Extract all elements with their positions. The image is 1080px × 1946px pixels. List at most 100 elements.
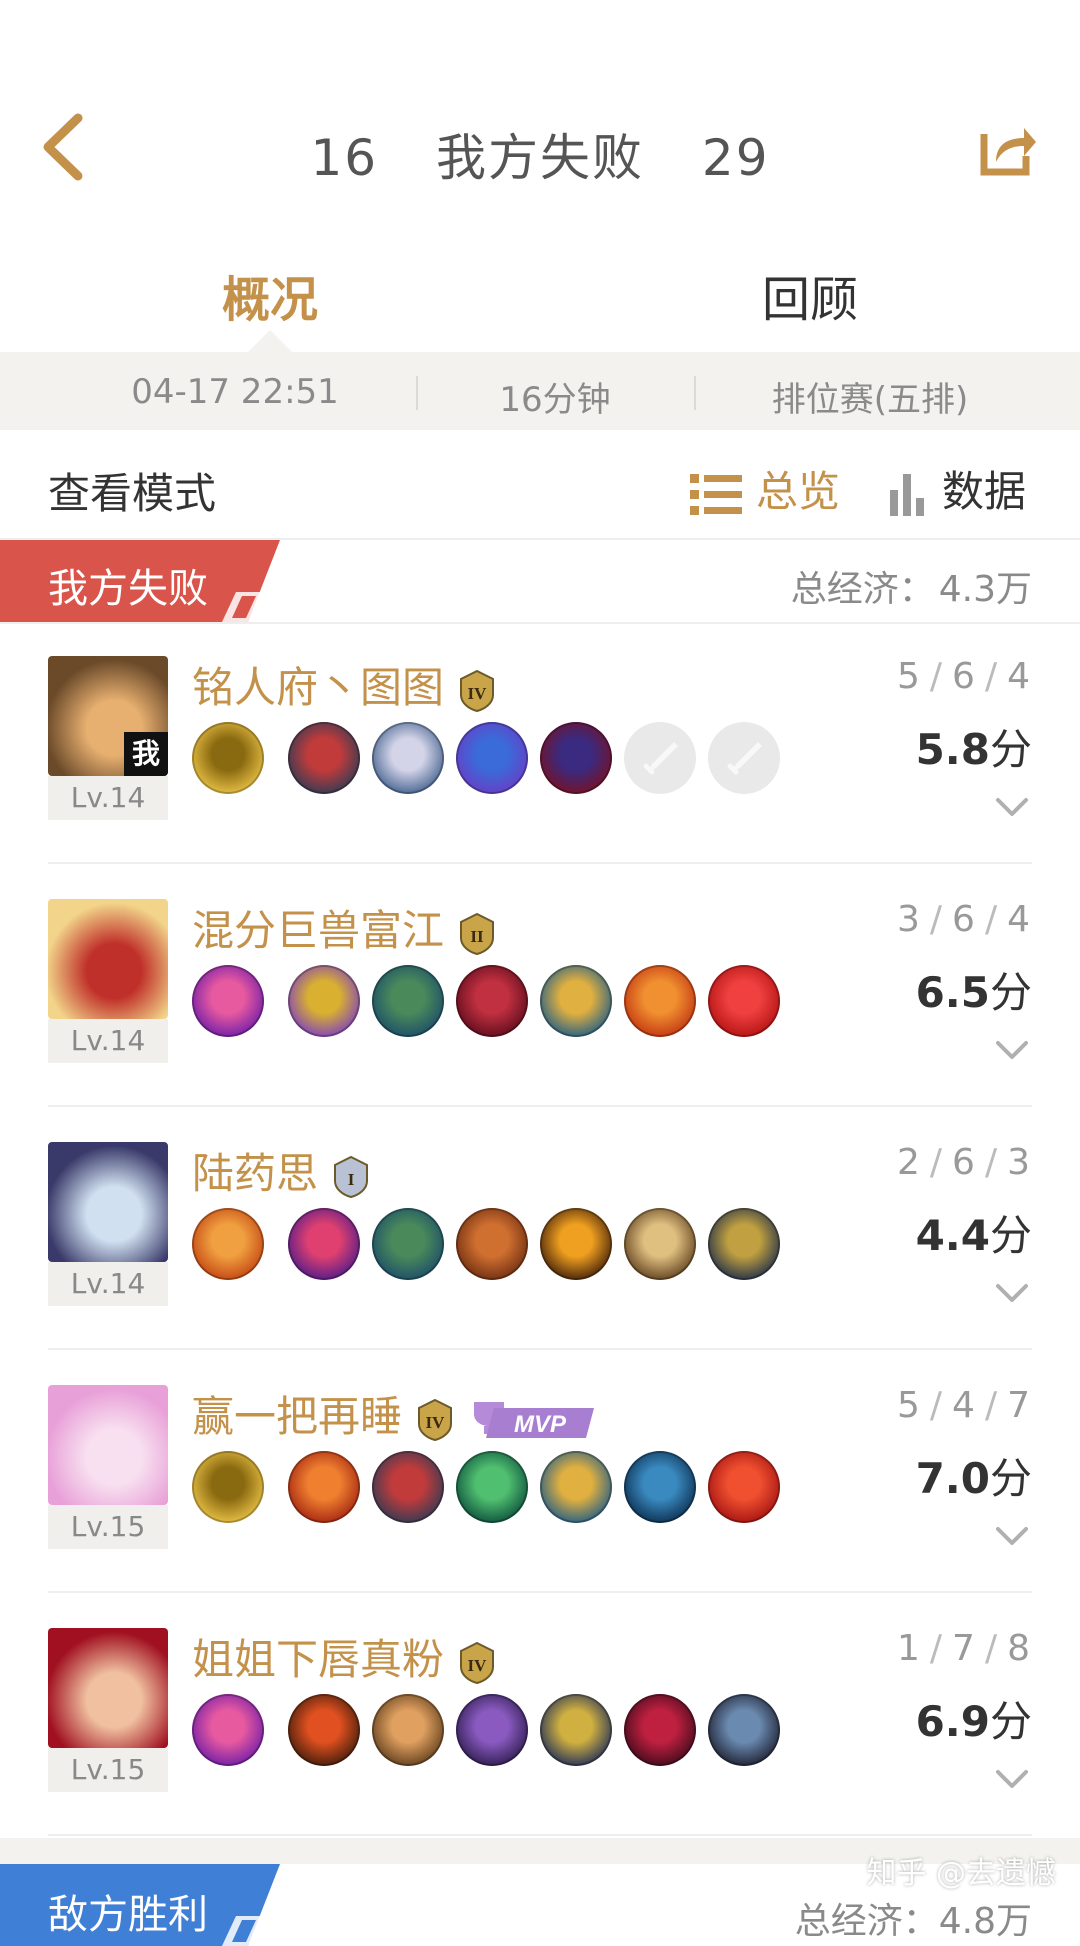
hero-avatar[interactable]: 我 bbox=[48, 656, 168, 776]
player-name-line: 姐姐下唇真粉 IV bbox=[192, 1626, 496, 1687]
equipment-icon[interactable] bbox=[708, 1694, 780, 1766]
player-name: 赢一把再睡 bbox=[192, 1392, 403, 1441]
equipment-icon[interactable] bbox=[540, 1694, 612, 1766]
kda: 2/6/3 bbox=[897, 1142, 1032, 1183]
watermark: 知乎 @去遗憾 bbox=[866, 1856, 1056, 1891]
deaths: 7 bbox=[952, 1628, 977, 1669]
equipment-icon[interactable] bbox=[540, 965, 612, 1037]
equipment-icon[interactable] bbox=[708, 965, 780, 1037]
kills: 1 bbox=[897, 1628, 922, 1669]
chevron-down-icon[interactable] bbox=[992, 1278, 1032, 1308]
team-economy: 总经济： 4.3万 bbox=[787, 560, 1032, 612]
equipment-icon[interactable] bbox=[624, 1451, 696, 1523]
player-name: 铭人府丶图图 bbox=[192, 663, 445, 712]
economy-value: 4.3万 bbox=[938, 569, 1032, 610]
kills: 2 bbox=[897, 1142, 922, 1183]
equipment-icon[interactable] bbox=[288, 722, 360, 794]
equipment-icon[interactable] bbox=[456, 1694, 528, 1766]
row-divider bbox=[48, 1834, 1032, 1836]
row-divider bbox=[48, 1348, 1032, 1350]
divider bbox=[416, 376, 418, 410]
equipment-icon[interactable] bbox=[192, 1451, 264, 1523]
equipment-icon[interactable] bbox=[288, 1208, 360, 1280]
equipment-icon[interactable] bbox=[288, 1451, 360, 1523]
view-mode-bar: 查看模式 总览 数据 bbox=[0, 430, 1080, 540]
chevron-down-icon[interactable] bbox=[992, 1764, 1032, 1794]
player-row[interactable]: Lv.14 混分巨兽富江 II 3/6/4 6.5分 bbox=[0, 865, 1080, 1107]
match-mode: 排位赛(五排) bbox=[771, 380, 969, 420]
equipment-icon[interactable] bbox=[624, 965, 696, 1037]
summary-view-label: 总览 bbox=[756, 467, 841, 516]
kda: 3/6/4 bbox=[897, 899, 1032, 940]
chevron-down-icon[interactable] bbox=[992, 792, 1032, 822]
empty-slot-icon[interactable] bbox=[708, 722, 780, 794]
assists: 4 bbox=[1007, 899, 1032, 940]
equipment-icon[interactable] bbox=[456, 1208, 528, 1280]
equipment-icon[interactable] bbox=[456, 722, 528, 794]
player-name: 混分巨兽富江 bbox=[192, 906, 445, 955]
rank-text: I bbox=[348, 1170, 355, 1189]
share-icon[interactable] bbox=[978, 118, 1038, 178]
equipment-icon[interactable] bbox=[372, 965, 444, 1037]
rank-text: IV bbox=[426, 1413, 446, 1432]
equipment-icon[interactable] bbox=[540, 722, 612, 794]
tab-review[interactable]: 回顾 bbox=[762, 260, 858, 330]
top-bar: 16 我方失败 29 bbox=[0, 0, 1080, 240]
player-name-line: 赢一把再睡 IV MVP bbox=[192, 1383, 596, 1444]
player-name-line: 陆药思 I bbox=[192, 1140, 370, 1201]
sword-icon bbox=[727, 742, 762, 775]
player-row[interactable]: Lv.15 姐姐下唇真粉 IV 1/7/8 6.9分 bbox=[0, 1594, 1080, 1836]
data-view-label: 数据 bbox=[942, 467, 1027, 516]
equipment-icon[interactable] bbox=[624, 1694, 696, 1766]
equipment-icon[interactable] bbox=[288, 1694, 360, 1766]
chevron-down-icon[interactable] bbox=[992, 1035, 1032, 1065]
economy-label: 总经济： bbox=[790, 569, 935, 610]
player-level: Lv.14 bbox=[48, 1262, 168, 1306]
assists: 8 bbox=[1007, 1628, 1032, 1669]
equipment-icon[interactable] bbox=[540, 1451, 612, 1523]
hero-avatar[interactable] bbox=[48, 1142, 168, 1262]
summary-view-button[interactable]: 总览 bbox=[690, 458, 840, 519]
hero-avatar[interactable] bbox=[48, 1385, 168, 1505]
equipment-icon[interactable] bbox=[456, 1451, 528, 1523]
equipment-icon[interactable] bbox=[192, 1694, 264, 1766]
equipment-icon[interactable] bbox=[624, 1208, 696, 1280]
equipment-icon[interactable] bbox=[372, 1208, 444, 1280]
equipment-icon[interactable] bbox=[192, 722, 264, 794]
equipment-icon[interactable] bbox=[192, 1208, 264, 1280]
rating-value: 6.5 bbox=[915, 968, 990, 1017]
rank-badge-icon: IV bbox=[460, 1641, 495, 1684]
sword-icon bbox=[643, 742, 678, 775]
hero-avatar[interactable] bbox=[48, 1628, 168, 1748]
row-divider bbox=[48, 862, 1032, 864]
assists: 4 bbox=[1007, 656, 1032, 697]
tab-overview[interactable]: 概况 bbox=[222, 260, 318, 330]
equipment-icon[interactable] bbox=[540, 1208, 612, 1280]
equipment-icon[interactable] bbox=[372, 722, 444, 794]
hero-avatar[interactable] bbox=[48, 899, 168, 1019]
mvp-badge-icon: MVP bbox=[474, 1401, 595, 1438]
assists: 7 bbox=[1007, 1385, 1032, 1426]
rating-value: 6.9 bbox=[915, 1697, 990, 1746]
rating-unit: 分 bbox=[989, 725, 1032, 774]
player-row[interactable]: Lv.15 赢一把再睡 IV MVP 5/4/7 7.0分 bbox=[0, 1351, 1080, 1593]
our-kills: 16 bbox=[310, 129, 379, 187]
player-name: 陆药思 bbox=[192, 1149, 319, 1198]
equipment-icon[interactable] bbox=[456, 965, 528, 1037]
player-level: Lv.14 bbox=[48, 1019, 168, 1063]
equipment-icon[interactable] bbox=[372, 1694, 444, 1766]
player-row[interactable]: Lv.14 陆药思 I 2/6/3 4.4分 bbox=[0, 1108, 1080, 1350]
equipment-icon[interactable] bbox=[708, 1451, 780, 1523]
tab-bar: 概况 回顾 bbox=[0, 250, 1080, 354]
equipment-icon[interactable] bbox=[192, 965, 264, 1037]
empty-slot-icon[interactable] bbox=[624, 722, 696, 794]
equipment-icon[interactable] bbox=[288, 965, 360, 1037]
player-row[interactable]: 我 Lv.14 铭人府丶图图 IV 5/6/4 5.8分 bbox=[0, 622, 1080, 864]
player-level: Lv.15 bbox=[48, 1748, 168, 1792]
equipment-icon[interactable] bbox=[372, 1451, 444, 1523]
player-name-line: 铭人府丶图图 IV bbox=[192, 654, 496, 715]
data-view-button[interactable]: 数据 bbox=[890, 458, 1026, 519]
match-result: 我方失败 bbox=[436, 129, 644, 187]
equipment-icon[interactable] bbox=[708, 1208, 780, 1280]
chevron-down-icon[interactable] bbox=[992, 1521, 1032, 1551]
